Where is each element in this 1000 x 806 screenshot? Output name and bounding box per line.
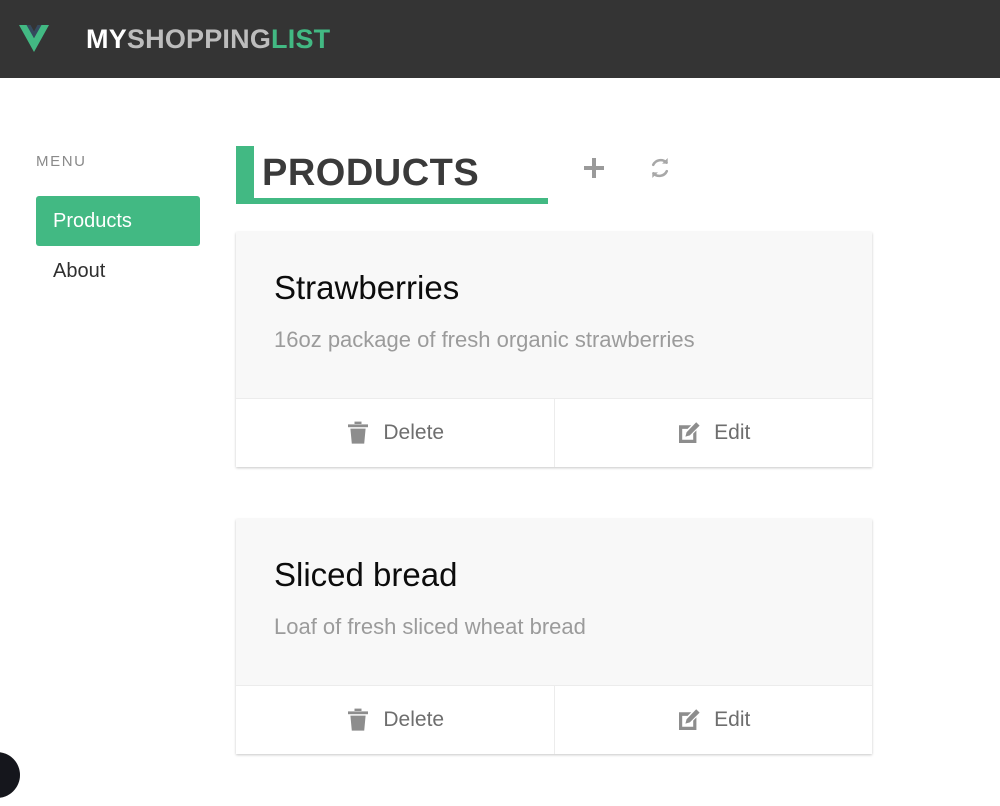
top-navigation-bar: MYSHOPPINGLIST	[0, 0, 1000, 78]
brand-title: MYSHOPPINGLIST	[86, 24, 330, 55]
sidebar-item-products[interactable]: Products	[36, 196, 200, 246]
delete-button-label: Delete	[383, 421, 445, 444]
product-description: 16oz package of fresh organic strawberri…	[274, 327, 695, 352]
main-content: PRODUCTS Strawberries 16oz package of fr…	[236, 78, 1000, 772]
refresh-icon	[646, 154, 674, 185]
vue-logo-icon	[16, 22, 52, 56]
trash-icon	[345, 420, 371, 446]
product-card-actions: Delete Edit	[236, 685, 872, 754]
brand-title-list: LIST	[271, 23, 331, 54]
page-header-actions	[548, 140, 682, 204]
brand-title-shopping: SHOPPING	[126, 23, 272, 54]
product-title: Strawberries	[274, 269, 460, 306]
sidebar-menu: Products About	[36, 196, 200, 296]
product-card-actions: Delete Edit	[236, 398, 872, 467]
edit-button[interactable]: Edit	[553, 399, 872, 467]
add-product-button[interactable]	[572, 147, 616, 191]
product-card: Sliced bread Loaf of fresh sliced wheat …	[236, 519, 872, 754]
product-card: Strawberries 16oz package of fresh organ…	[236, 232, 872, 467]
product-description: Loaf of fresh sliced wheat bread	[274, 614, 586, 639]
product-title: Sliced bread	[274, 556, 458, 593]
delete-button-label: Delete	[383, 708, 445, 731]
delete-button[interactable]: Delete	[236, 686, 554, 754]
sidebar-section-label: MENU	[36, 153, 87, 170]
sidebar: MENU Products About	[0, 78, 236, 772]
title-accent-bar-bottom	[236, 198, 548, 204]
pen-to-square-icon	[676, 420, 702, 446]
page-title: PRODUCTS	[262, 152, 480, 194]
product-card-body: Sliced bread Loaf of fresh sliced wheat …	[236, 519, 872, 685]
pen-to-square-icon	[676, 707, 702, 733]
edit-button-label: Edit	[714, 421, 751, 444]
sidebar-item-about[interactable]: About	[36, 246, 200, 296]
trash-icon	[345, 707, 371, 733]
product-card-body: Strawberries 16oz package of fresh organ…	[236, 232, 872, 398]
edit-button[interactable]: Edit	[553, 686, 872, 754]
title-accent-bar-left	[236, 146, 254, 204]
product-card-list: Strawberries 16oz package of fresh organ…	[236, 232, 872, 806]
page-header: PRODUCTS	[236, 146, 682, 204]
refresh-button[interactable]	[638, 147, 682, 191]
plus-icon	[579, 153, 609, 186]
page-title-block: PRODUCTS	[236, 146, 548, 204]
delete-button[interactable]: Delete	[236, 399, 554, 467]
edit-button-label: Edit	[714, 708, 751, 731]
brand-title-my: MY	[86, 23, 127, 54]
